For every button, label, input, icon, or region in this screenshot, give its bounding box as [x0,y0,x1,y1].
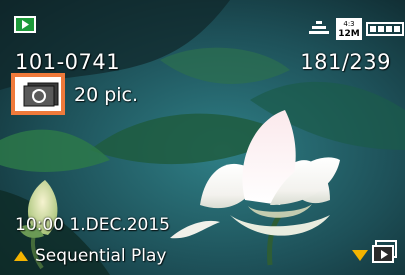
group-thumbnail-icon[interactable] [372,240,398,266]
frame-counter: 181/239 [300,50,391,74]
megapixel-label: 12M [338,29,360,39]
file-number: 101-0741 [15,50,121,74]
date-time: 10:00 1.DEC.2015 [15,215,170,235]
sequential-play-label: Sequential Play [35,246,167,266]
up-arrow-icon [14,251,28,261]
battery-icon [366,22,404,36]
playback-mode-icon [14,16,36,33]
sequential-play-button[interactable]: Sequential Play [14,246,166,266]
aspect-ratio-12m-icon: 4:3 12M [336,18,362,40]
aspect-ratio-label: 4:3 [343,20,355,28]
down-arrow-icon[interactable] [352,250,368,261]
burst-group-icon[interactable] [14,79,62,109]
quality-icon [309,21,329,34]
camera-playback-screen: 4:3 12M 101-0741 181/239 20 pic. 10:00 1… [0,0,405,275]
burst-picture-count: 20 pic. [74,84,139,106]
